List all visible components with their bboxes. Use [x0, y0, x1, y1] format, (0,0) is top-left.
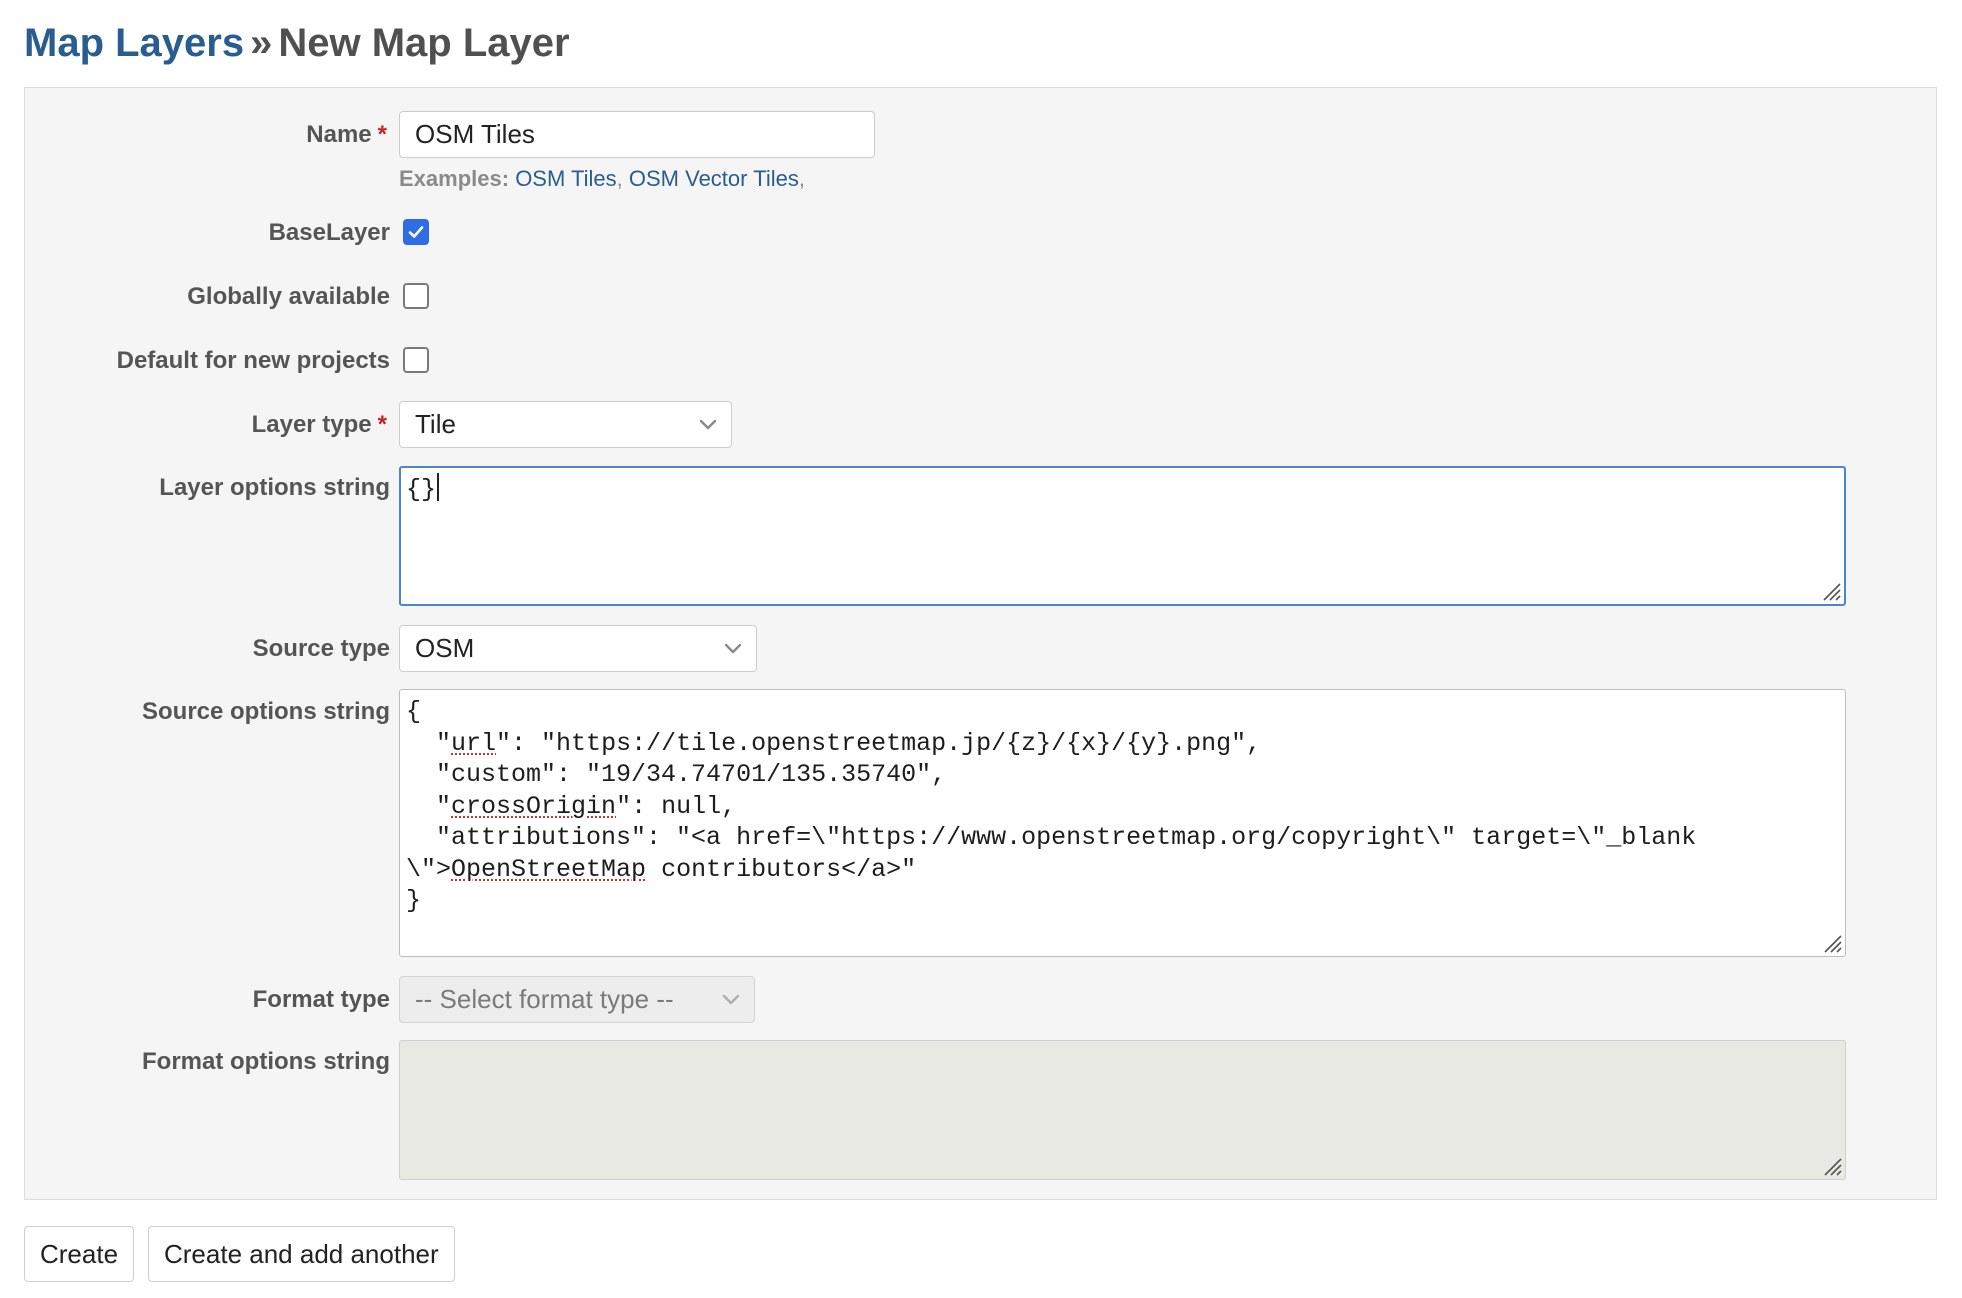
name-label: Name *	[306, 121, 387, 148]
layer-type-control: Tile	[399, 401, 732, 448]
name-input[interactable]: OSM Tiles	[399, 111, 875, 158]
format-type-placeholder: -- Select format type --	[415, 984, 674, 1014]
layer-options-value: {}	[406, 475, 437, 504]
resize-grip-icon[interactable]	[1819, 579, 1841, 601]
default-new-projects-control	[399, 347, 429, 373]
example-osm-vector-tiles-link[interactable]: OSM Vector Tiles	[629, 166, 799, 191]
spellcheck-word: OpenStreetMap	[451, 854, 647, 884]
layer-options-textarea[interactable]: {}	[399, 466, 1846, 606]
example-osm-tiles-link[interactable]: OSM Tiles	[515, 166, 616, 191]
globally-available-checkbox[interactable]	[403, 283, 429, 309]
required-marker: *	[377, 121, 387, 148]
code-line: "url": "https://tile.openstreetmap.jp/{z…	[406, 728, 1262, 758]
format-options-control	[399, 1040, 1846, 1180]
globally-available-control	[399, 283, 429, 309]
base-layer-checkbox[interactable]	[403, 219, 429, 245]
resize-grip-icon[interactable]	[1820, 931, 1842, 953]
layer-type-selected: Tile	[415, 409, 456, 439]
code-line: }	[406, 886, 422, 915]
code-line: \">OpenStreetMap contributors</a>"	[406, 854, 917, 884]
layer-type-select[interactable]: Tile	[399, 401, 732, 448]
code-line: {	[406, 697, 422, 726]
resize-grip-icon	[1824, 1158, 1842, 1176]
spellcheck-word: url	[451, 728, 497, 758]
code-line: "attributions": "<a href=\"https://www.o…	[406, 823, 1697, 852]
create-button[interactable]: Create	[24, 1226, 135, 1282]
format-options-textarea	[399, 1040, 1846, 1180]
name-control: OSM Tiles Examples: OSM Tiles, OSM Vecto…	[399, 111, 875, 192]
breadcrumb-separator: »	[250, 21, 273, 65]
format-type-select: -- Select format type --	[399, 976, 755, 1023]
source-type-label: Source type	[252, 635, 390, 662]
source-options-label: Source options string	[141, 698, 390, 725]
source-options-control: { "url": "https://tile.openstreetmap.jp/…	[399, 689, 1846, 957]
text-caret	[437, 473, 440, 501]
chevron-down-icon	[722, 994, 740, 1005]
format-type-label: Format type	[252, 986, 390, 1013]
chevron-down-icon	[699, 419, 717, 430]
checkmark-icon	[408, 226, 424, 238]
layer-options-label: Layer options string	[159, 474, 390, 501]
source-options-textarea[interactable]: { "url": "https://tile.openstreetmap.jp/…	[399, 689, 1846, 957]
required-marker: *	[377, 411, 387, 438]
default-new-projects-label: Default for new projects	[116, 347, 390, 374]
layer-type-label: Layer type *	[251, 411, 387, 438]
page-title: Map Layers» New Map Layer	[24, 14, 570, 72]
examples-label: Examples:	[399, 166, 510, 191]
base-layer-control	[399, 219, 429, 245]
code-line: "crossOrigin": null,	[406, 791, 737, 821]
source-type-select[interactable]: OSM	[399, 625, 757, 672]
map-layer-form: Name * OSM Tiles Examples: OSM Tiles, OSM…	[24, 87, 1937, 1200]
name-help: Examples: OSM Tiles, OSM Vector Tiles,	[399, 166, 805, 191]
layer-options-control: {}	[399, 466, 1846, 606]
spellcheck-word: crossOrigin	[451, 791, 617, 821]
format-options-label: Format options string	[142, 1048, 390, 1075]
source-type-selected: OSM	[415, 633, 475, 663]
breadcrumb-current: New Map Layer	[278, 21, 570, 65]
format-type-control: -- Select format type --	[399, 976, 755, 1023]
base-layer-label: BaseLayer	[268, 219, 390, 246]
code-line: "custom": "19/34.74701/135.35740",	[406, 760, 947, 789]
default-new-projects-checkbox[interactable]	[403, 347, 429, 373]
chevron-down-icon	[724, 643, 742, 654]
globally-available-label: Globally available	[187, 283, 390, 310]
breadcrumb-map-layers-link[interactable]: Map Layers	[24, 21, 244, 65]
source-type-control: OSM	[399, 625, 757, 672]
create-and-add-another-button[interactable]: Create and add another	[148, 1226, 455, 1282]
